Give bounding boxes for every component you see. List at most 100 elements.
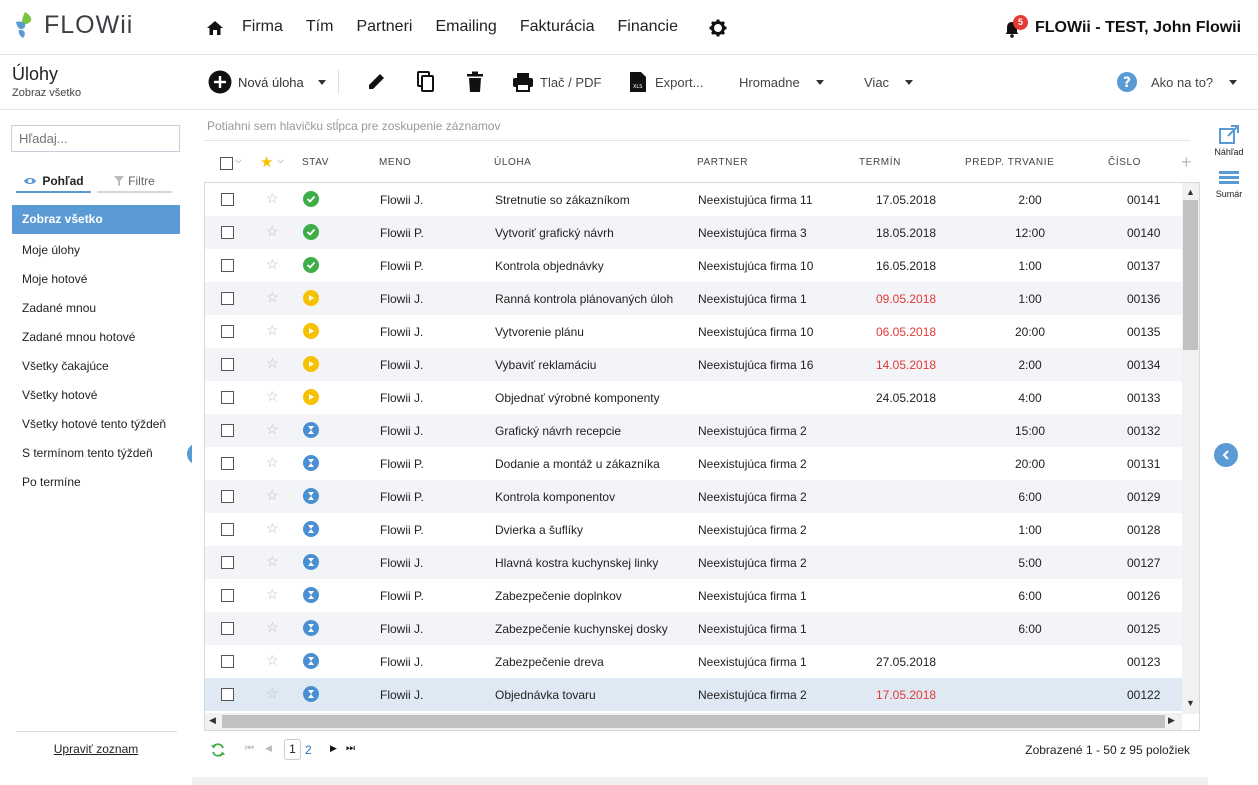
scroll-up-arrow-icon[interactable]: ▲ — [1186, 187, 1195, 197]
bulk-actions-dropdown[interactable]: Hromadne — [739, 69, 824, 95]
summary-button[interactable]: Sumár — [1208, 171, 1250, 199]
row-checkbox[interactable] — [221, 226, 234, 239]
table-row[interactable]: ☆ Flowii J. Stretnutie so zákazníkom Neexis… — [205, 183, 1182, 216]
edit-list-link[interactable]: Upraviť zoznam — [0, 742, 192, 756]
home-icon[interactable] — [206, 19, 224, 37]
select-all-checkbox[interactable] — [220, 157, 233, 170]
row-checkbox[interactable] — [221, 292, 234, 305]
more-dropdown[interactable]: Viac — [864, 69, 914, 95]
table-row[interactable]: ☆ Flowii J. Objednať výrobné komponenty 24.… — [205, 381, 1182, 414]
row-checkbox[interactable] — [221, 358, 234, 371]
edit-pencil-icon[interactable] — [366, 69, 386, 95]
sidebar-item-overdue[interactable]: Po termíne — [12, 468, 180, 497]
row-checkbox[interactable] — [221, 193, 234, 206]
star-icon[interactable]: ☆ — [266, 421, 279, 438]
page-button-1[interactable]: 1 — [284, 739, 301, 760]
horizontal-scrollbar[interactable]: ◀ ▶ — [205, 713, 1182, 730]
nav-item-tim[interactable]: Tím — [306, 18, 334, 36]
column-header-duration[interactable]: PREDP. TRVANIE — [965, 157, 1054, 168]
page-button-2[interactable]: 2 — [305, 743, 312, 757]
table-row[interactable]: ☆ Flowii P. Kontrola objednávky Neexistujúc… — [205, 249, 1182, 282]
row-checkbox[interactable] — [221, 622, 234, 635]
row-checkbox[interactable] — [221, 391, 234, 404]
nav-item-firma[interactable]: Firma — [242, 18, 283, 36]
tab-view[interactable]: Pohľad — [16, 171, 91, 193]
sidebar-item-assigned-by-me[interactable]: Zadané mnou — [12, 294, 180, 323]
column-header-number[interactable]: ČÍSLO — [1108, 157, 1141, 168]
delete-trash-icon[interactable] — [466, 69, 484, 95]
table-row[interactable]: ☆ Flowii P. Zabezpečenie doplnkov Neexistuj… — [205, 579, 1182, 612]
nav-item-emailing[interactable]: Emailing — [435, 18, 496, 36]
column-header-status[interactable]: STAV — [302, 157, 329, 168]
copy-icon[interactable] — [416, 69, 436, 95]
sidebar-item-all-done-this-week[interactable]: Všetky hotové tento týždeň — [12, 410, 180, 439]
chevron-down-icon[interactable]: ⌵ — [235, 155, 242, 166]
sidebar-item-my-done[interactable]: Moje hotové — [12, 265, 180, 294]
row-checkbox[interactable] — [221, 457, 234, 470]
preview-button[interactable]: Náhľad — [1208, 125, 1250, 157]
scroll-down-arrow-icon[interactable]: ▼ — [1186, 698, 1195, 708]
user-name[interactable]: FLOWii - TEST, John Flowii — [1035, 19, 1241, 37]
sidebar-item-assigned-by-me-done[interactable]: Zadané mnou hotové — [12, 323, 180, 352]
nav-item-fakturacia[interactable]: Fakturácia — [520, 18, 595, 36]
tab-filters[interactable]: Filtre — [97, 171, 172, 193]
nav-item-partneri[interactable]: Partneri — [356, 18, 412, 36]
row-checkbox[interactable] — [221, 556, 234, 569]
refresh-icon[interactable] — [210, 742, 226, 758]
sidebar-item-all-done[interactable]: Všetky hotové — [12, 381, 180, 410]
table-row[interactable]: ☆ Flowii J. Zabezpečenie dreva Neexistujúca… — [205, 645, 1182, 678]
table-row[interactable]: ☆ Flowii J. Vytvorenie plánu Neexistujúca f… — [205, 315, 1182, 348]
row-checkbox[interactable] — [221, 655, 234, 668]
star-icon[interactable]: ☆ — [266, 454, 279, 471]
table-row[interactable]: ☆ Flowii J. Vybaviť reklamáciu Neexistujúca… — [205, 348, 1182, 381]
sidebar-item-due-this-week[interactable]: S termínom tento týždeň — [12, 439, 180, 468]
star-icon[interactable]: ☆ — [266, 553, 279, 570]
table-row[interactable]: ☆ Flowii J. Hlavná kostra kuchynskej linky… — [205, 546, 1182, 579]
new-task-button[interactable]: Nová úloha — [208, 69, 304, 95]
last-page-icon[interactable]: ⏭ — [346, 743, 355, 754]
row-checkbox[interactable] — [221, 490, 234, 503]
gear-icon[interactable] — [709, 19, 727, 37]
chevron-down-icon[interactable]: ⌵ — [277, 155, 284, 166]
star-icon[interactable]: ☆ — [266, 223, 279, 240]
table-row[interactable]: ☆ Flowii P. Dodanie a montáž u zákazníka Ne… — [205, 447, 1182, 480]
table-row[interactable]: ☆ Flowii P. Vytvoriť grafický návrh Neexist… — [205, 216, 1182, 249]
star-icon[interactable]: ☆ — [266, 652, 279, 669]
star-filter-icon[interactable]: ★ — [260, 153, 274, 171]
next-page-icon[interactable]: ▶ — [330, 743, 337, 754]
star-icon[interactable]: ☆ — [266, 487, 279, 504]
export-button[interactable]: XLS Export... — [629, 69, 703, 95]
column-header-name[interactable]: MENO — [379, 157, 411, 168]
sidebar-item-all-waiting[interactable]: Všetky čakajúce — [12, 352, 180, 381]
horizontal-scroll-thumb[interactable] — [222, 715, 1165, 728]
search-input[interactable] — [11, 125, 180, 152]
star-icon[interactable]: ☆ — [266, 619, 279, 636]
app-logo[interactable]: FLOWii — [12, 10, 133, 40]
star-icon[interactable]: ☆ — [266, 256, 279, 273]
column-header-task[interactable]: ÚLOHA — [494, 157, 531, 168]
help-dropdown[interactable]: ? Ako na to? — [1117, 69, 1238, 95]
sidebar-item-show-all[interactable]: Zobraz všetko — [12, 205, 180, 234]
prev-page-icon[interactable]: ◀ — [265, 743, 272, 754]
first-page-icon[interactable]: ⏮ — [245, 743, 254, 754]
row-checkbox[interactable] — [221, 688, 234, 701]
new-task-dropdown[interactable] — [318, 69, 326, 95]
table-row[interactable]: ☆ Flowii P. Kontrola komponentov Neexistujú… — [205, 480, 1182, 513]
star-icon[interactable]: ☆ — [266, 685, 279, 702]
row-checkbox[interactable] — [221, 259, 234, 272]
scroll-left-arrow-icon[interactable]: ◀ — [209, 715, 216, 726]
column-header-due[interactable]: TERMÍN — [859, 157, 901, 168]
group-by-drop-zone[interactable]: Potiahni sem hlavičku stĺpca pre zoskupe… — [207, 119, 500, 133]
star-icon[interactable]: ☆ — [266, 289, 279, 306]
table-row[interactable]: ☆ Flowii P. Dvierka a šuflíky Neexistujúca … — [205, 513, 1182, 546]
table-row[interactable]: ☆ Flowii J. Grafický návrh recepcie Neexist… — [205, 414, 1182, 447]
star-icon[interactable]: ☆ — [266, 388, 279, 405]
column-header-partner[interactable]: PARTNER — [697, 157, 748, 168]
collapse-right-panel-button[interactable] — [1214, 443, 1238, 467]
row-checkbox[interactable] — [221, 523, 234, 536]
add-column-icon[interactable]: + — [1181, 152, 1192, 173]
print-pdf-button[interactable]: Tlač / PDF — [512, 69, 601, 95]
scroll-right-arrow-icon[interactable]: ▶ — [1168, 715, 1175, 726]
star-icon[interactable]: ☆ — [266, 190, 279, 207]
star-icon[interactable]: ☆ — [266, 520, 279, 537]
